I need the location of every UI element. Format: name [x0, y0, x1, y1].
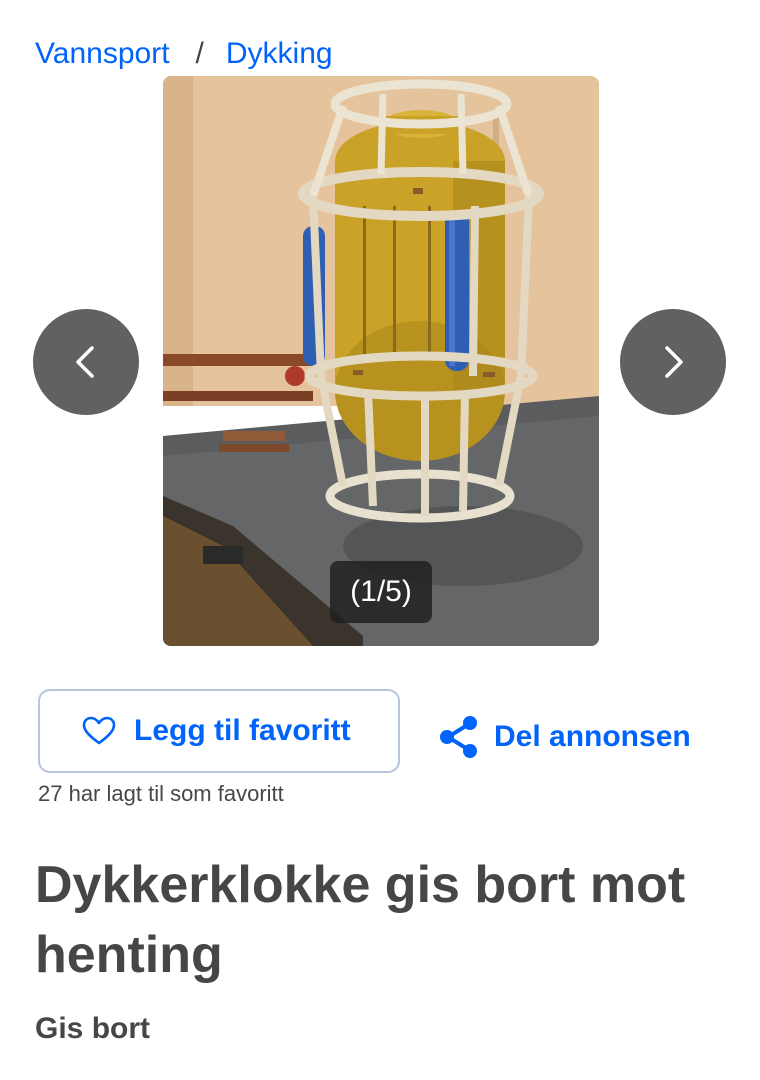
favorite-count: 27 har lagt til som favoritt — [38, 781, 284, 806]
heart-outline-icon — [82, 716, 116, 745]
listing-price: Gis bort — [35, 1012, 151, 1045]
share-listing-button[interactable]: Del annonsen — [438, 714, 691, 760]
listing-title: Dykkerklokke gis bort mot henting — [35, 856, 686, 984]
breadcrumb-link-dykking[interactable]: Dykking — [226, 37, 333, 71]
share-listing-label: Del annonsen — [494, 720, 691, 753]
image-counter: (1/5) — [330, 561, 432, 623]
previous-image-button[interactable] — [33, 309, 139, 415]
chevron-left-icon — [76, 346, 94, 378]
chevron-right-icon — [665, 346, 683, 378]
breadcrumb: Vannsport / Dykking — [35, 34, 333, 74]
add-to-favorites-label: Legg til favoritt — [134, 714, 351, 747]
breadcrumb-separator: / — [195, 37, 204, 70]
add-to-favorites-button[interactable]: Legg til favoritt — [38, 689, 400, 773]
breadcrumb-link-vannsport[interactable]: Vannsport — [35, 37, 170, 71]
next-image-button[interactable] — [620, 309, 726, 415]
share-icon — [440, 716, 477, 758]
